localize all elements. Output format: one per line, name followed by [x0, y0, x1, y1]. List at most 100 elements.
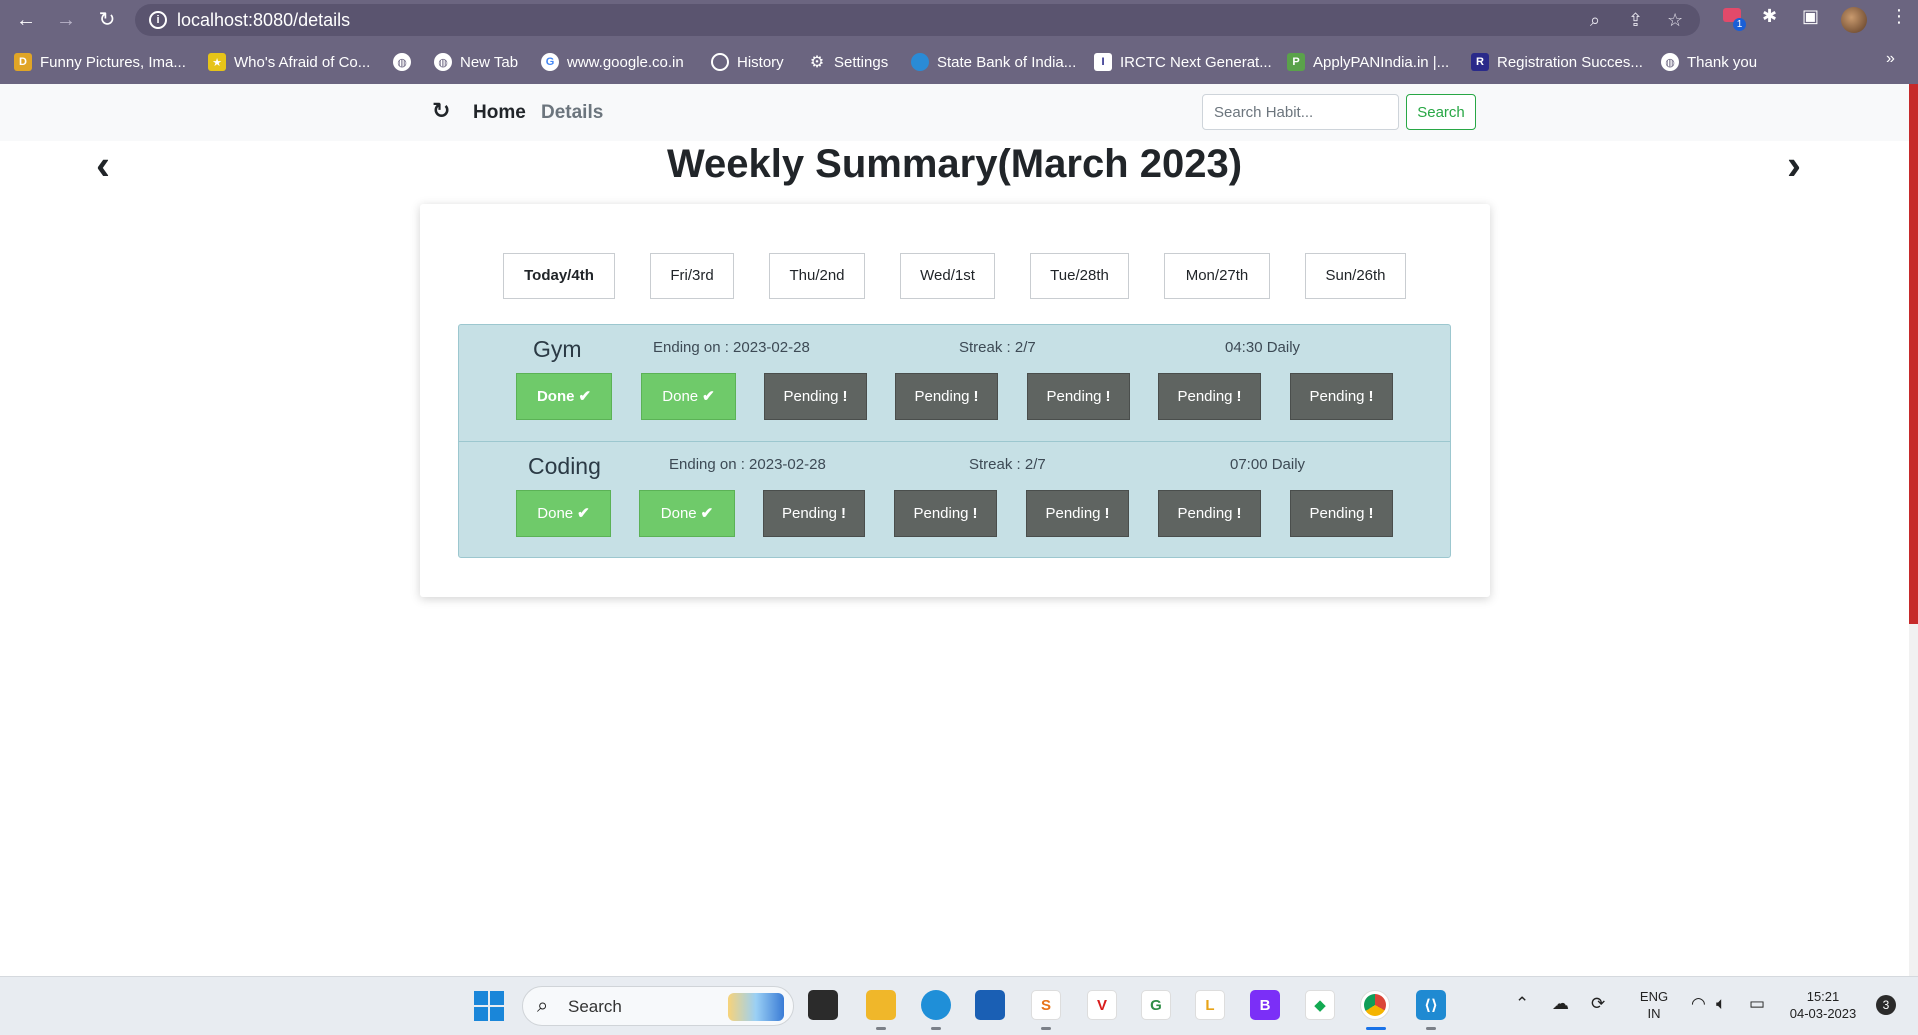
bookmark-label: Registration Succes... [1497, 53, 1643, 71]
status-pending-button[interactable]: Pending! [1290, 490, 1393, 537]
show-hidden-icons-chevron-icon[interactable]: ⌃ [1515, 994, 1529, 1014]
bookmark-label: State Bank of India... [937, 53, 1077, 71]
bookmark-label: ApplyPANIndia.in |... [1313, 53, 1450, 71]
status-label: Done [537, 505, 574, 522]
exclamation-icon: ! [1105, 388, 1111, 405]
status-pending-button[interactable]: Pending! [1290, 373, 1393, 420]
wifi-icon[interactable]: ◠ [1691, 994, 1706, 1014]
dc-icon: D [14, 53, 32, 71]
day-tab-fri[interactable]: Fri/3rd [650, 253, 734, 299]
chrome-browser-icon[interactable] [1360, 990, 1390, 1020]
clock[interactable]: 15:21 04-03-2023 [1783, 988, 1863, 1022]
extensions-puzzle-icon[interactable]: ✱ [1762, 6, 1777, 27]
status-label: Done [536, 388, 575, 405]
status-pending-button[interactable]: Pending! [1158, 490, 1261, 537]
bookmark-registration[interactable]: R Registration Succes... [1471, 51, 1643, 73]
app-v-icon[interactable]: V [1087, 990, 1117, 1020]
menu-kebab-icon[interactable]: ⋮ [1890, 6, 1908, 27]
status-pending-button[interactable]: Pending! [1158, 373, 1261, 420]
onedrive-warning-icon[interactable]: ☁ [1552, 994, 1569, 1014]
sbi-icon [911, 53, 929, 71]
day-tab-thu[interactable]: Thu/2nd [769, 253, 865, 299]
refresh-icon[interactable]: ↻ [432, 98, 450, 124]
status-pending-button[interactable]: Pending! [895, 373, 998, 420]
bookmark-whos-afraid[interactable]: ★ Who's Afraid of Co... [208, 51, 370, 73]
bookmark-irctc[interactable]: I IRCTC Next Generat... [1094, 51, 1272, 73]
exclamation-icon: ! [973, 388, 979, 405]
status-done-button[interactable]: Done ✔ [516, 490, 611, 537]
day-tab-today[interactable]: Today/4th [503, 253, 615, 299]
habit-name: Coding [528, 453, 601, 479]
file-explorer-icon[interactable] [866, 990, 896, 1020]
reload-icon[interactable]: ↻ [93, 6, 121, 34]
bookmark-applypan[interactable]: P ApplyPANIndia.in |... [1287, 51, 1449, 73]
status-pending-button[interactable]: Pending! [1026, 490, 1129, 537]
bootstrap-icon[interactable]: B [1250, 990, 1280, 1020]
site-info-icon[interactable]: i [149, 11, 167, 29]
search-habit-input[interactable] [1202, 94, 1399, 130]
day-tab-tue[interactable]: Tue/28th [1030, 253, 1129, 299]
bookmark-google[interactable]: G www.google.co.in [541, 51, 684, 73]
bookmark-new-tab[interactable]: ◍ New Tab [434, 51, 518, 73]
status-done-button[interactable]: Done ✔ [639, 490, 735, 537]
scrollbar-track[interactable] [1909, 624, 1918, 976]
bookmarks-overflow-icon[interactable]: » [1886, 50, 1895, 68]
vscode-icon[interactable]: ⟨⟩ [1416, 990, 1446, 1020]
scrollbar-thumb[interactable] [1909, 84, 1918, 624]
task-view-icon[interactable] [808, 990, 838, 1020]
taskbar-search[interactable]: ⌕ Search [522, 986, 794, 1026]
status-label: Pending [1046, 388, 1102, 405]
bookmark-star-icon[interactable]: ☆ [1667, 10, 1683, 31]
bookmark-sbi[interactable]: State Bank of India... [911, 51, 1076, 73]
day-tab-sun[interactable]: Sun/26th [1305, 253, 1406, 299]
geeksforgeeks-icon[interactable]: G [1141, 990, 1171, 1020]
microsoft-store-icon[interactable] [975, 990, 1005, 1020]
status-pending-button[interactable]: Pending! [894, 490, 997, 537]
address-url[interactable]: localhost:8080/details [177, 10, 350, 31]
code-editor-icon[interactable]: S [1031, 990, 1061, 1020]
edge-browser-icon[interactable] [921, 990, 951, 1020]
profile-avatar[interactable] [1841, 7, 1867, 33]
notification-count-badge[interactable]: 3 [1876, 995, 1896, 1015]
bookmark-settings[interactable]: ⚙ Settings [808, 51, 888, 73]
search-button[interactable]: Search [1406, 94, 1476, 130]
day-tab-mon[interactable]: Mon/27th [1164, 253, 1270, 299]
mongodb-icon[interactable]: ◆ [1305, 990, 1335, 1020]
bookmark-label: Settings [834, 53, 889, 71]
sync-icon[interactable]: ⟳ [1591, 994, 1605, 1014]
check-icon: ✔ [577, 505, 590, 522]
app-navbar: ↻ Home Details Search [0, 84, 1909, 141]
bookmark-thank-you[interactable]: ◍ Thank you [1661, 51, 1757, 73]
status-pending-button[interactable]: Pending! [1027, 373, 1130, 420]
habit-streak: Streak : 2/7 [969, 456, 1046, 473]
bookmark-funny-pictures[interactable]: D Funny Pictures, Ima... [14, 51, 186, 73]
back-arrow-icon[interactable]: ← [12, 6, 40, 34]
extension-badge-icon[interactable]: 1 [1723, 6, 1746, 31]
windows-start-icon[interactable] [474, 991, 504, 1021]
language-indicator[interactable]: ENG IN [1636, 988, 1672, 1022]
battery-icon[interactable]: ▭ [1749, 994, 1765, 1014]
status-pending-button[interactable]: Pending! [763, 490, 865, 537]
status-pending-button[interactable]: Pending! [764, 373, 867, 420]
share-icon[interactable]: ⇪ [1628, 10, 1643, 31]
status-done-button[interactable]: Done ✔ [516, 373, 612, 420]
habit-ending-date: Ending on : 2023-02-28 [653, 339, 810, 356]
habit-name: Gym [533, 336, 582, 362]
address-bar[interactable]: i localhost:8080/details ⌕ ⇪ ☆ [135, 4, 1700, 36]
nav-details-link[interactable]: Details [541, 102, 603, 124]
leetcode-icon[interactable]: L [1195, 990, 1225, 1020]
forward-arrow-icon[interactable]: → [52, 6, 80, 34]
bookmark-history[interactable]: History [711, 51, 784, 73]
nav-home-link[interactable]: Home [473, 102, 526, 124]
extension-badge-count: 1 [1733, 18, 1746, 31]
day-tab-wed[interactable]: Wed/1st [900, 253, 995, 299]
bookmark-globe[interactable]: ◍ [393, 51, 419, 73]
side-panel-icon[interactable]: ▣ [1802, 6, 1819, 27]
zoom-icon[interactable]: ⌕ [1590, 10, 1600, 31]
habit-ending-date: Ending on : 2023-02-28 [669, 456, 826, 473]
volume-icon[interactable]: 🔈︎ [1716, 994, 1726, 1014]
status-done-button[interactable]: Done ✔ [641, 373, 736, 420]
region-code: IN [1647, 1006, 1661, 1021]
status-label: Pending [914, 388, 970, 405]
clock-date: 04-03-2023 [1789, 1006, 1857, 1021]
